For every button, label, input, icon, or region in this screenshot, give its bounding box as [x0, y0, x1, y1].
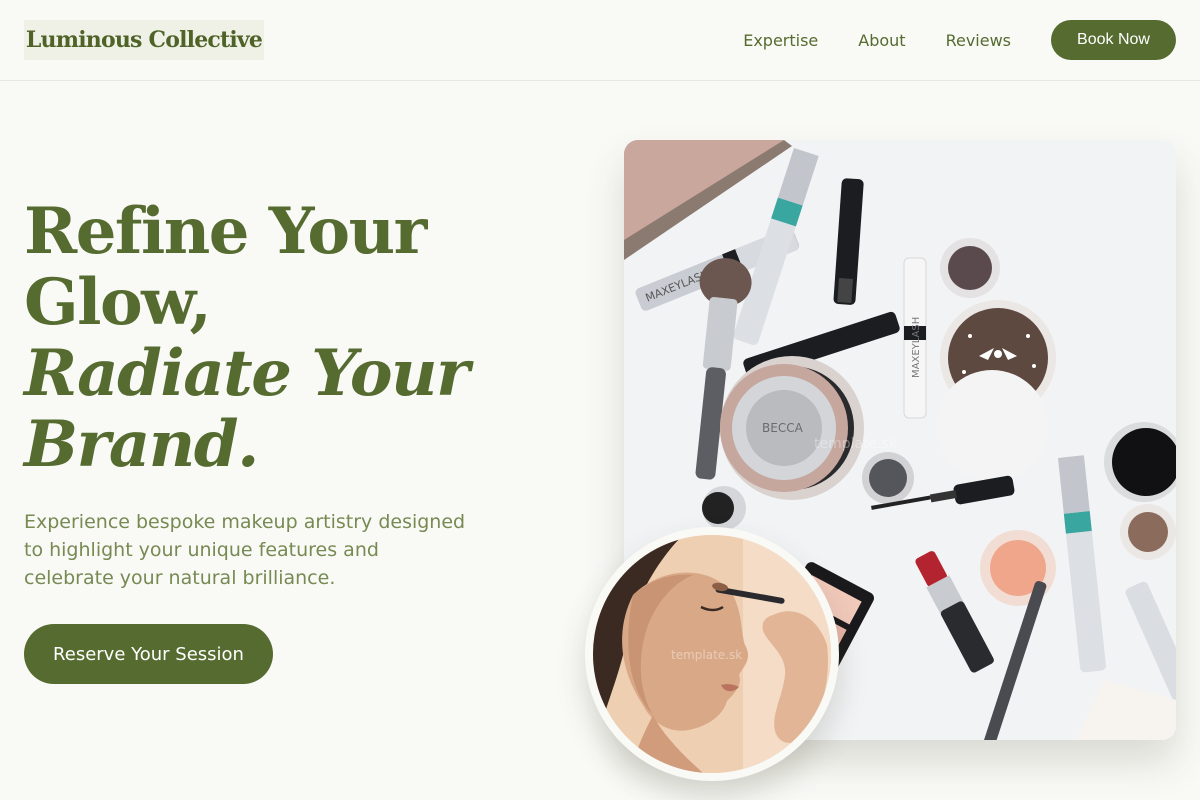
mascara2-label-vertical: MAXEYLASH [911, 317, 922, 378]
nav-link-expertise[interactable]: Expertise [743, 31, 818, 50]
hero-title-line-2: Glow, [24, 265, 212, 340]
brand-logo[interactable]: Luminous Collective [24, 20, 264, 60]
hero-title-line-1: Refine Your [24, 194, 427, 269]
watermark: template.sk [814, 436, 898, 452]
hero-title-line-4: Brand. [24, 407, 259, 482]
hero-description: Experience bespoke makeup artistry desig… [24, 511, 466, 589]
portrait-illustration: template.sk [593, 535, 831, 773]
nav-link-reviews[interactable]: Reviews [946, 31, 1011, 50]
book-now-button[interactable]: Book Now [1051, 20, 1176, 60]
nav-link-about[interactable]: About [858, 31, 905, 50]
main-nav: Expertise About Reviews Book Now [743, 20, 1176, 60]
compact-label: BECCA [762, 421, 804, 435]
makeup-application-portrait: template.sk [585, 527, 839, 781]
portrait-watermark: template.sk [671, 648, 742, 662]
reserve-session-button[interactable]: Reserve Your Session [24, 624, 273, 684]
hero-title: Refine Your Glow, Radiate Your Brand. [24, 196, 584, 480]
site-header: Luminous Collective Expertise About Revi… [0, 0, 1200, 81]
hero-title-line-3: Radiate Your [24, 336, 470, 411]
